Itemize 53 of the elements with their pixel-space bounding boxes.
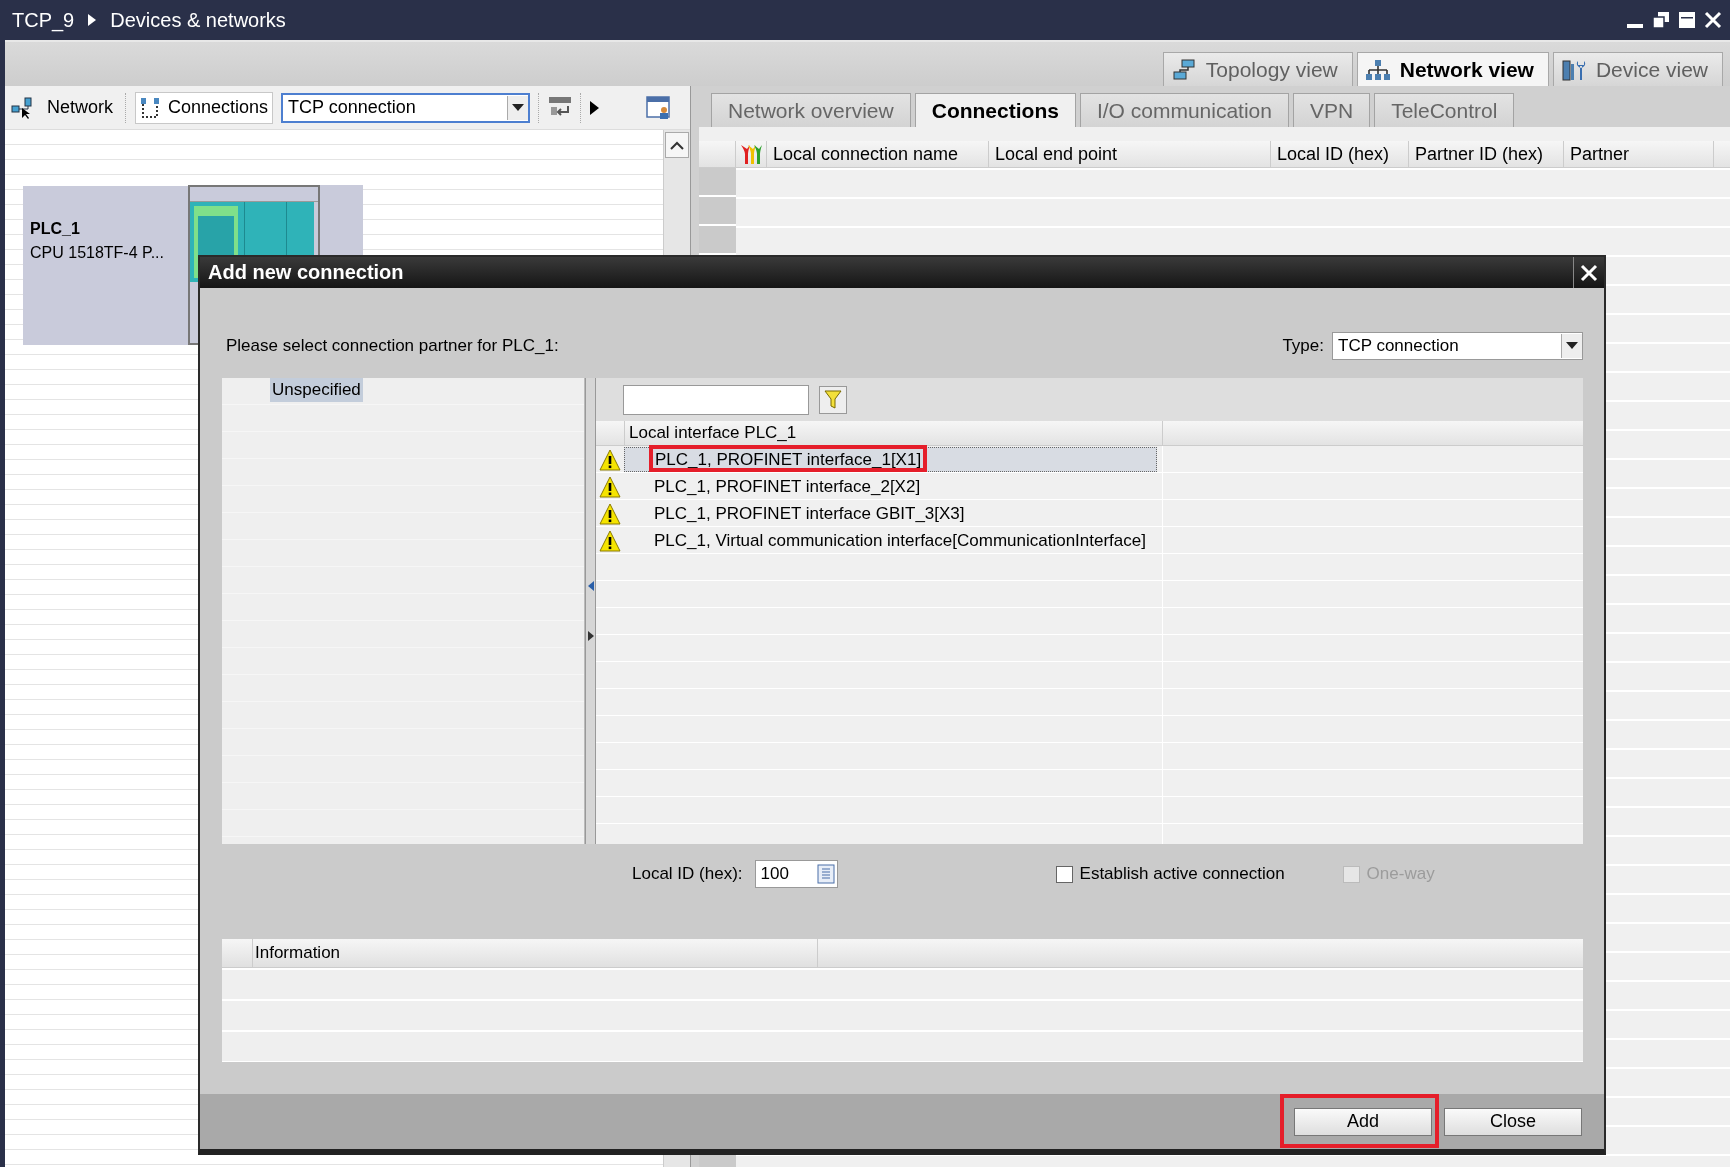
device-icon [1561, 58, 1586, 81]
view-tab[interactable]: Topology view [1162, 52, 1353, 86]
dialog-button[interactable]: Close [1444, 1107, 1582, 1136]
breadcrumb-item[interactable]: Devices & networks [110, 8, 286, 32]
chevron-icon [88, 14, 97, 26]
column-header[interactable]: Partner [1564, 141, 1714, 167]
checkbox-label: Establish active connection [1079, 864, 1285, 884]
dialog-button[interactable]: Add [1294, 1107, 1432, 1136]
interface-item[interactable]: PLC_1, Virtual communication interface[CommunicationInterface] [624, 528, 1157, 553]
breadcrumb-item[interactable]: TCP_9 [12, 8, 75, 32]
caret-icon [1566, 342, 1578, 350]
play-icon[interactable] [590, 100, 601, 115]
column-header[interactable]: Local connection name [767, 141, 989, 167]
column-header[interactable]: Local end point [989, 141, 1271, 167]
scroll-up-button[interactable] [665, 132, 689, 158]
panel-icon[interactable] [646, 95, 673, 120]
close-icon[interactable] [1704, 11, 1722, 29]
view-tab[interactable]: Network view [1356, 52, 1549, 86]
filter-field[interactable] [623, 384, 809, 415]
network-icon[interactable] [11, 96, 35, 119]
interface-item[interactable]: PLC_1, PROFINET interface_2[X2] [624, 474, 1157, 499]
device-name: PLC_1 [29, 220, 81, 238]
network-button[interactable]: Network [43, 95, 117, 120]
interface-item[interactable]: PLC_1, PROFINET interface GBIT_3[X3] [624, 501, 1157, 526]
column-header[interactable]: Local ID (hex) [1271, 141, 1409, 167]
editor-tab[interactable]: I/O communication [1079, 93, 1289, 127]
connections-button[interactable]: Connections [135, 91, 274, 124]
device-type: CPU 1518TF-4 P... [29, 244, 165, 262]
close-icon [1580, 263, 1598, 282]
local-id-label: Local ID (hex): [632, 864, 743, 884]
connection-type-dropdown[interactable]: TCP connection [281, 92, 531, 123]
filter-button[interactable] [819, 385, 847, 414]
editor-tab[interactable]: Network overview [711, 93, 911, 127]
column-header[interactable]: Partner ID (hex) [1409, 141, 1564, 167]
collapse-icon[interactable] [587, 581, 594, 591]
topology-icon [1171, 58, 1196, 81]
editor-tab[interactable]: TeleControl [1374, 93, 1515, 127]
status-icon [739, 143, 763, 165]
caret-icon [512, 103, 525, 112]
network-icon [1365, 58, 1390, 81]
view-tab[interactable]: Device view [1552, 52, 1723, 86]
editor-tab[interactable]: Connections [914, 93, 1076, 127]
expand-icon[interactable] [587, 631, 594, 641]
restore-icon[interactable] [1652, 11, 1670, 29]
checkbox[interactable] [1055, 865, 1073, 883]
editor-tab[interactable]: VPN [1292, 93, 1371, 127]
maximize-icon[interactable] [1678, 11, 1696, 29]
connections-icon [140, 96, 160, 119]
local-id-field[interactable]: 100 [754, 860, 838, 888]
caret-up-icon [670, 140, 684, 150]
type-dropdown[interactable]: TCP connection [1332, 332, 1583, 360]
tree-item[interactable]: Unspecified [270, 378, 363, 402]
type-label: Type: [1282, 336, 1324, 356]
